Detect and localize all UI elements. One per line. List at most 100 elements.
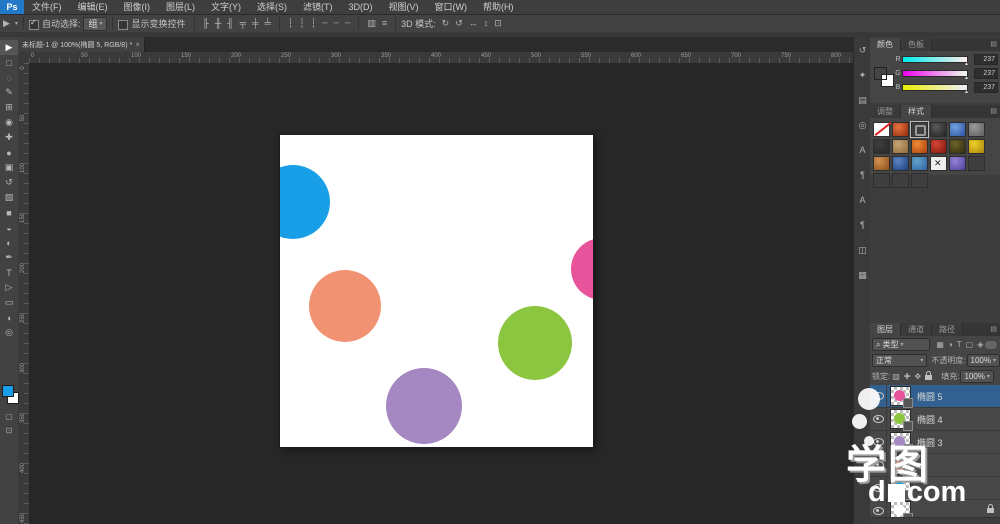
- tab-color[interactable]: 颜色: [870, 38, 901, 51]
- align-icon-5[interactable]: ╧: [261, 15, 273, 32]
- clone-source-panel-icon[interactable]: ◎: [854, 117, 871, 133]
- eyedropper-tool-icon[interactable]: ◉: [0, 115, 18, 130]
- style-swatch-8[interactable]: [911, 139, 928, 154]
- layer-filter-icon-0[interactable]: ▦: [934, 340, 946, 349]
- distribute-icon-2[interactable]: ┆: [308, 15, 319, 32]
- mode-3d-icon-4[interactable]: ⊡: [491, 15, 505, 32]
- align-icon-4[interactable]: ╪: [249, 15, 261, 32]
- layer-row-4[interactable]: [870, 477, 1000, 500]
- slider-thumb-icon[interactable]: ▲: [964, 89, 969, 95]
- visibility-toggle[interactable]: [870, 408, 887, 430]
- layer-thumbnail[interactable]: [890, 478, 911, 498]
- align-icon-2[interactable]: ╢: [224, 15, 236, 32]
- quick-selection-tool-icon[interactable]: ✎: [0, 85, 18, 100]
- channel-value[interactable]: 237: [974, 68, 998, 79]
- slider-thumb-icon[interactable]: ▲: [964, 75, 969, 81]
- mode-3d-icon-0[interactable]: ↻: [439, 15, 453, 32]
- style-swatch-16[interactable]: [949, 156, 966, 171]
- layer-filter-switch[interactable]: [985, 341, 997, 349]
- properties-panel-icon[interactable]: ✦: [854, 67, 871, 83]
- style-swatch-6[interactable]: [873, 139, 890, 154]
- distribute-icon-0[interactable]: ┆: [285, 15, 296, 32]
- tool-preset-caret-icon[interactable]: ▾: [15, 20, 18, 27]
- style-swatch-9[interactable]: [930, 139, 947, 154]
- ellipse-pink[interactable]: [571, 238, 593, 300]
- menu-item-10[interactable]: 帮助(H): [475, 0, 522, 14]
- canvas[interactable]: [280, 135, 593, 447]
- quick-mask-icon[interactable]: ▢: [0, 409, 18, 423]
- layer-thumbnail[interactable]: [890, 432, 911, 452]
- tab-close-icon[interactable]: ×: [135, 40, 140, 49]
- tab-styles[interactable]: 样式: [901, 105, 932, 118]
- foreground-color-swatch[interactable]: [2, 385, 14, 397]
- healing-brush-tool-icon[interactable]: ✚: [0, 130, 18, 145]
- distribute-icon-3[interactable]: ┄: [319, 15, 330, 32]
- menu-item-0[interactable]: 文件(F): [24, 0, 70, 14]
- layer-filter-icon-3[interactable]: ▢: [964, 340, 976, 349]
- channel-slider[interactable]: ▲: [902, 70, 968, 77]
- layer-thumbnail[interactable]: [890, 409, 911, 429]
- channel-value[interactable]: 237: [974, 54, 998, 65]
- layer-row-3[interactable]: [870, 454, 1000, 477]
- distribute-icon-5[interactable]: ┄: [342, 15, 353, 32]
- tab-channels[interactable]: 通道: [901, 323, 932, 336]
- layer-filter-icon-2[interactable]: T: [955, 340, 964, 349]
- blend-mode-dropdown[interactable]: 正常 ▾: [872, 354, 927, 367]
- info-panel-icon[interactable]: ◫: [854, 242, 871, 258]
- align-icon-3[interactable]: ╤: [237, 15, 249, 32]
- layer-filter-dropdown[interactable]: ⌕ 类型 ▾: [872, 338, 930, 351]
- ellipse-green[interactable]: [498, 306, 572, 380]
- blur-tool-icon[interactable]: ◒: [0, 220, 18, 235]
- style-swatch-14[interactable]: [911, 156, 928, 171]
- paragraph-styles-panel-icon[interactable]: ¶: [854, 217, 871, 233]
- visibility-toggle[interactable]: [870, 477, 887, 499]
- hand-tool-icon[interactable]: ◖: [0, 310, 18, 325]
- visibility-toggle[interactable]: [870, 385, 887, 407]
- dodge-tool-icon[interactable]: ◐: [0, 235, 18, 250]
- panel-menu-icon[interactable]: ▤: [990, 323, 1000, 336]
- style-swatch-2[interactable]: [911, 122, 928, 137]
- eraser-tool-icon[interactable]: ▨: [0, 190, 18, 205]
- options-extra-icon-0[interactable]: ▥: [364, 15, 379, 32]
- type-tool-icon[interactable]: T: [0, 265, 18, 280]
- lock-icon-1[interactable]: ✚: [902, 372, 913, 381]
- paragraph-panel-icon[interactable]: ¶: [854, 167, 871, 183]
- menu-item-7[interactable]: 3D(D): [341, 0, 381, 14]
- channel-slider[interactable]: ▲: [902, 56, 968, 63]
- brush-panel-icon[interactable]: ▤: [854, 92, 871, 108]
- brush-tool-icon[interactable]: ●: [0, 145, 18, 160]
- menu-item-5[interactable]: 选择(S): [249, 0, 295, 14]
- gradient-tool-icon[interactable]: ■: [0, 205, 18, 220]
- distribute-icon-1[interactable]: ┆: [296, 15, 307, 32]
- auto-select-dropdown[interactable]: 组 ▾: [83, 17, 107, 31]
- style-swatch-10[interactable]: [949, 139, 966, 154]
- lasso-tool-icon[interactable]: ◌: [0, 70, 18, 85]
- zoom-tool-icon[interactable]: ◎: [0, 325, 18, 340]
- menu-item-2[interactable]: 图像(I): [116, 0, 159, 14]
- menu-item-9[interactable]: 窗口(W): [427, 0, 476, 14]
- ellipse-blue[interactable]: [280, 165, 330, 239]
- tab-swatches[interactable]: 色板: [901, 38, 932, 51]
- menu-item-8[interactable]: 视图(V): [381, 0, 427, 14]
- style-swatch-17[interactable]: [968, 156, 985, 171]
- character-panel-icon[interactable]: A: [854, 142, 871, 158]
- layer-row-1[interactable]: 椭圆 4: [870, 408, 1000, 431]
- character-styles-panel-icon[interactable]: A: [854, 192, 871, 208]
- panel-menu-icon[interactable]: ▤: [990, 105, 1000, 118]
- style-swatch-3[interactable]: [930, 122, 947, 137]
- channel-value[interactable]: 237: [974, 82, 998, 93]
- mode-3d-icon-2[interactable]: ↔: [466, 15, 481, 32]
- layer-row-0[interactable]: 椭圆 5: [870, 385, 1000, 408]
- histogram-panel-icon[interactable]: ▦: [854, 267, 871, 283]
- clone-stamp-tool-icon[interactable]: ▣: [0, 160, 18, 175]
- document-tab[interactable]: 未标题-1 @ 100%(椭圆 5, RGB/8) * ×: [18, 37, 145, 52]
- layer-filter-icon-4[interactable]: ◈: [975, 340, 985, 349]
- mode-3d-icon-3[interactable]: ↕: [481, 15, 492, 32]
- history-panel-icon[interactable]: ↺: [854, 42, 871, 58]
- style-swatch-12[interactable]: [873, 156, 890, 171]
- distribute-icon-4[interactable]: ┄: [331, 15, 342, 32]
- style-swatch-20[interactable]: [911, 173, 928, 188]
- lock-icon-0[interactable]: ▨: [890, 372, 902, 381]
- panel-foreground-swatch[interactable]: [874, 67, 887, 80]
- marquee-tool-icon[interactable]: □: [0, 55, 18, 70]
